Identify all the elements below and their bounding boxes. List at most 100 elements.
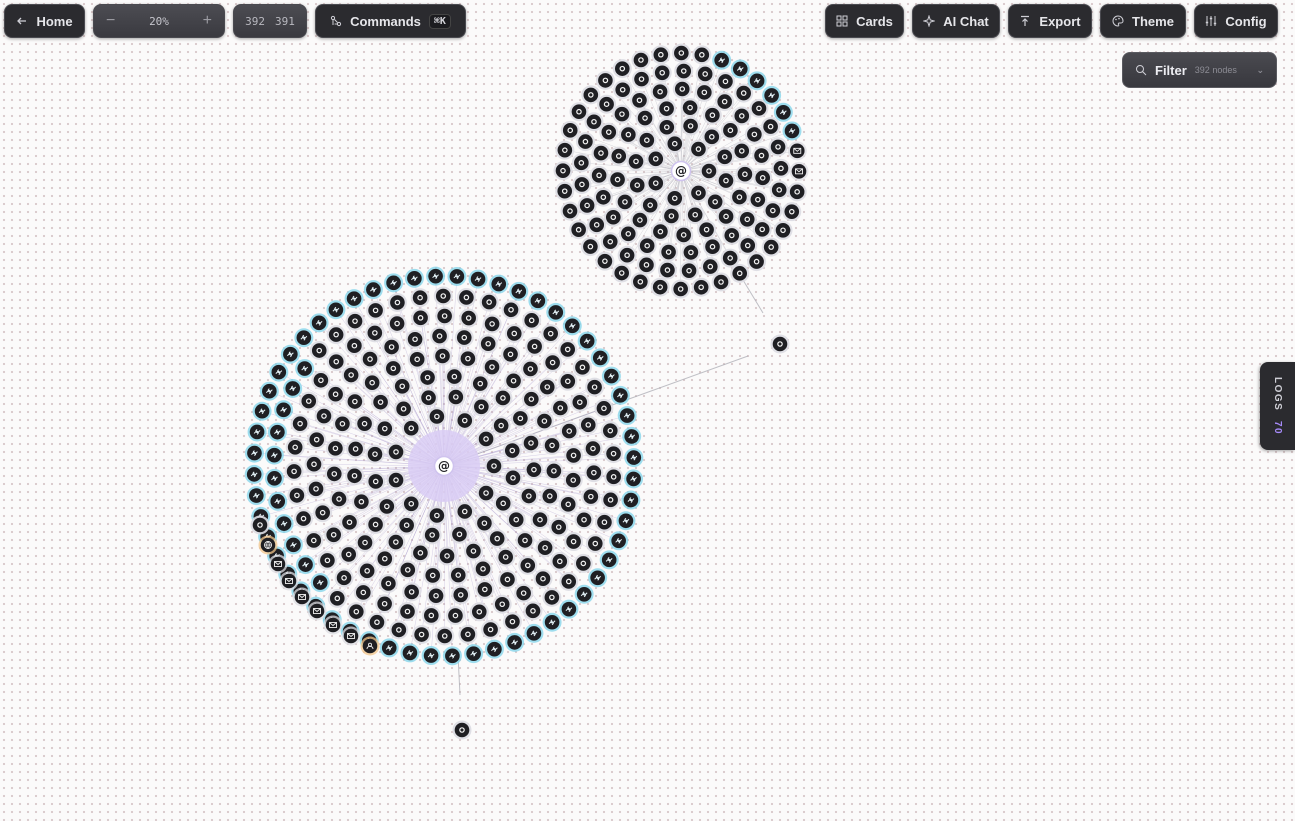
- node-node[interactable]: [671, 43, 691, 63]
- node-node[interactable]: [514, 583, 534, 603]
- node-node[interactable]: [787, 182, 807, 202]
- link-node[interactable]: [588, 568, 608, 588]
- node-node[interactable]: [629, 90, 649, 110]
- node-node[interactable]: [702, 127, 722, 147]
- node-node[interactable]: [355, 414, 375, 434]
- link-node[interactable]: [310, 573, 330, 593]
- node-node[interactable]: [570, 392, 590, 412]
- node-node[interactable]: [497, 569, 517, 589]
- link-node[interactable]: [712, 50, 732, 70]
- node-node[interactable]: [345, 392, 365, 412]
- node-node[interactable]: [421, 605, 441, 625]
- mail-node[interactable]: [789, 161, 809, 181]
- node-node[interactable]: [560, 201, 580, 221]
- logs-panel-toggle[interactable]: LOGS 70: [1260, 362, 1295, 450]
- node-node[interactable]: [478, 334, 498, 354]
- node-node[interactable]: [455, 411, 475, 431]
- node-node[interactable]: [463, 541, 483, 561]
- node-node[interactable]: [752, 146, 772, 166]
- node-node[interactable]: [412, 625, 432, 645]
- node-node[interactable]: [543, 353, 563, 373]
- link-node[interactable]: [468, 269, 488, 289]
- node-node[interactable]: [504, 323, 524, 343]
- node-node[interactable]: [657, 99, 677, 119]
- node-node[interactable]: [650, 277, 670, 297]
- link-node[interactable]: [782, 121, 802, 141]
- link-node[interactable]: [252, 401, 272, 421]
- node-node[interactable]: [410, 288, 430, 308]
- mail-node[interactable]: [307, 601, 327, 621]
- node-node[interactable]: [563, 470, 583, 490]
- node-node[interactable]: [694, 82, 714, 102]
- node-node[interactable]: [503, 468, 523, 488]
- node-node[interactable]: [317, 550, 337, 570]
- node-node[interactable]: [401, 494, 421, 514]
- link-node[interactable]: [404, 268, 424, 288]
- link-node[interactable]: [528, 291, 548, 311]
- node-node[interactable]: [646, 173, 666, 193]
- node-node[interactable]: [504, 371, 524, 391]
- node-node[interactable]: [523, 601, 543, 621]
- node-node[interactable]: [405, 329, 425, 349]
- link-node[interactable]: [546, 302, 566, 322]
- node-node[interactable]: [345, 311, 365, 331]
- node-node[interactable]: [392, 376, 412, 396]
- node-node[interactable]: [435, 626, 455, 646]
- link-node[interactable]: [326, 300, 346, 320]
- mail-node[interactable]: [787, 141, 807, 161]
- node-node[interactable]: [671, 279, 691, 299]
- node-node[interactable]: [626, 151, 646, 171]
- node-node[interactable]: [600, 232, 620, 252]
- node-node[interactable]: [346, 439, 366, 459]
- node-node[interactable]: [329, 489, 349, 509]
- node-node[interactable]: [558, 371, 578, 391]
- node-node[interactable]: [782, 202, 802, 222]
- node-node[interactable]: [732, 106, 752, 126]
- node-node[interactable]: [444, 367, 464, 387]
- node-node[interactable]: [309, 341, 329, 361]
- node-node[interactable]: [324, 464, 344, 484]
- node-node[interactable]: [377, 496, 397, 516]
- node-node[interactable]: [430, 326, 450, 346]
- node-node[interactable]: [691, 277, 711, 297]
- node-node[interactable]: [595, 251, 615, 271]
- link-node[interactable]: [730, 59, 750, 79]
- link-node[interactable]: [296, 555, 316, 575]
- node-node[interactable]: [585, 534, 605, 554]
- node-node[interactable]: [493, 493, 513, 513]
- node-node[interactable]: [418, 368, 438, 388]
- person-node[interactable]: [360, 636, 380, 656]
- node-node[interactable]: [367, 612, 387, 632]
- node-node[interactable]: [544, 461, 564, 481]
- node-node[interactable]: [506, 510, 526, 530]
- node-node[interactable]: [410, 543, 430, 563]
- link-node[interactable]: [264, 468, 284, 488]
- node-node[interactable]: [603, 207, 623, 227]
- node-node[interactable]: [584, 463, 604, 483]
- node-node[interactable]: [763, 201, 783, 221]
- link-node[interactable]: [464, 644, 484, 664]
- link-node[interactable]: [400, 643, 420, 663]
- link-node[interactable]: [344, 289, 364, 309]
- node-node[interactable]: [366, 300, 386, 320]
- node-node[interactable]: [386, 470, 406, 490]
- node-node[interactable]: [573, 553, 593, 573]
- node-node[interactable]: [470, 374, 490, 394]
- node-node[interactable]: [469, 602, 489, 622]
- link-node[interactable]: [447, 266, 467, 286]
- node-node[interactable]: [703, 237, 723, 257]
- node-node[interactable]: [387, 293, 407, 313]
- node-node[interactable]: [346, 602, 366, 622]
- node-node[interactable]: [325, 438, 345, 458]
- link-node[interactable]: [747, 71, 767, 91]
- link-node[interactable]: [421, 646, 441, 666]
- node-node[interactable]: [564, 445, 584, 465]
- node-node[interactable]: [520, 359, 540, 379]
- node-node[interactable]: [752, 219, 772, 239]
- link-node[interactable]: [624, 448, 644, 468]
- node-node[interactable]: [560, 120, 580, 140]
- node-node[interactable]: [716, 206, 736, 226]
- node-node[interactable]: [632, 69, 652, 89]
- link-node[interactable]: [622, 426, 642, 446]
- node-node[interactable]: [564, 532, 584, 552]
